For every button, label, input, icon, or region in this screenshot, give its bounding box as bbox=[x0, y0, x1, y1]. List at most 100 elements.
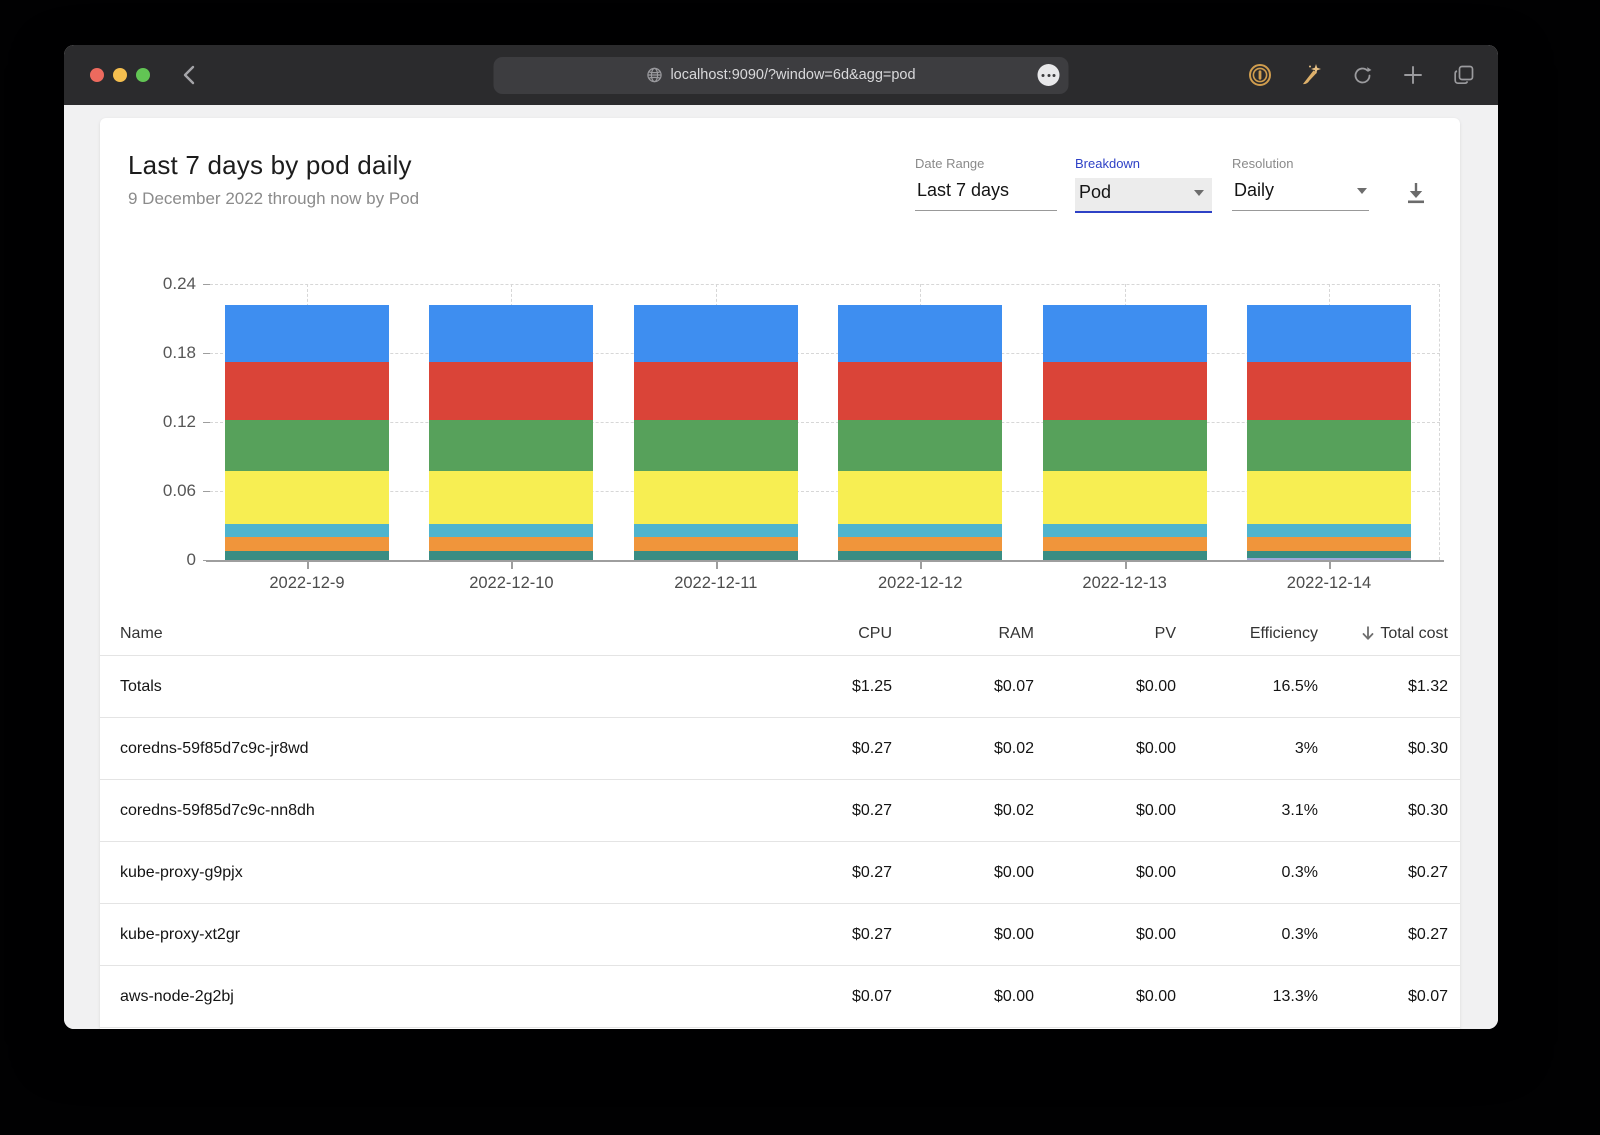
y-axis-tick-label: 0.06 bbox=[162, 481, 196, 500]
bar-segment-blue-segment[interactable] bbox=[1042, 304, 1207, 363]
y-axis-tick bbox=[203, 491, 210, 492]
table-row-kube-proxy-xt2gr[interactable]: kube-proxy-xt2gr $0.27 $0.00 $0.00 0.3% $0.27 bbox=[100, 904, 1460, 966]
x-axis-tick bbox=[511, 562, 514, 569]
cell-value: 0.3% bbox=[1281, 863, 1318, 881]
bar-segment-yellow-segment[interactable] bbox=[429, 471, 594, 525]
new-tab-button[interactable] bbox=[1401, 63, 1425, 87]
bar-segment-orange-segment[interactable] bbox=[633, 537, 798, 551]
x-axis-tick-label: 2022-12-10 bbox=[469, 574, 554, 592]
minimize-window-button[interactable] bbox=[113, 68, 127, 82]
bar-segment-cyan-segment[interactable] bbox=[225, 524, 389, 537]
download-button[interactable] bbox=[1403, 180, 1429, 206]
close-window-button[interactable] bbox=[90, 68, 104, 82]
bar-segment-yellow-segment[interactable] bbox=[633, 471, 798, 525]
table-row-coredns-59f85d7c9c-nn8dh[interactable]: coredns-59f85d7c9c-nn8dh $0.27 $0.02 $0.00 3… bbox=[100, 780, 1460, 842]
browser-window: localhost:9090/?window=6d&agg=pod Last 7… bbox=[64, 45, 1498, 1029]
bar-segment-orange-segment[interactable] bbox=[838, 537, 1003, 551]
y-axis-tick bbox=[203, 353, 210, 354]
bar-segment-cyan-segment[interactable] bbox=[1042, 524, 1207, 537]
x-axis-tick-label: 2022-12-9 bbox=[269, 574, 345, 592]
bar-segment-yellow-segment[interactable] bbox=[1042, 471, 1207, 525]
bar-segment-red-segment[interactable] bbox=[1247, 362, 1411, 420]
column-header-pv[interactable]: PV bbox=[1034, 625, 1176, 643]
table-row-aws-node-2g2bj[interactable]: aws-node-2g2bj $0.07 $0.00 $0.00 13.3% $0.07 bbox=[100, 966, 1460, 1028]
address-bar[interactable]: localhost:9090/?window=6d&agg=pod bbox=[493, 56, 1069, 94]
cell-value: $0.27 bbox=[851, 863, 892, 881]
bar-segment-cyan-segment[interactable] bbox=[633, 524, 798, 537]
cell-value: $0.00 bbox=[1135, 801, 1176, 819]
cell-value: 16.5% bbox=[1272, 677, 1318, 695]
bar-segment-orange-segment[interactable] bbox=[225, 537, 389, 551]
bar-segment-cyan-segment[interactable] bbox=[1247, 524, 1411, 537]
cell-name: Totals bbox=[120, 677, 162, 695]
bar-segment-red-segment[interactable] bbox=[633, 362, 798, 420]
bar-segment-blue-segment[interactable] bbox=[838, 304, 1003, 363]
table-row-coredns-59f85d7c9c-jr8wd[interactable]: coredns-59f85d7c9c-jr8wd $0.27 $0.02 $0.00 3… bbox=[100, 718, 1460, 780]
date-range-field[interactable]: Date Range Last 7 days bbox=[915, 156, 1057, 211]
bar-segment-blue-segment[interactable] bbox=[225, 304, 389, 363]
bar-segment-green-segment[interactable] bbox=[633, 419, 798, 472]
column-header-ram[interactable]: RAM bbox=[892, 625, 1034, 643]
bar-segment-red-segment[interactable] bbox=[225, 362, 389, 420]
bar-segment-yellow-segment[interactable] bbox=[225, 471, 389, 525]
column-header-name[interactable]: Name bbox=[100, 625, 750, 643]
wand-extension-button[interactable] bbox=[1299, 63, 1323, 87]
cell-value: $1.32 bbox=[1407, 677, 1448, 695]
resolution-label: Resolution bbox=[1232, 156, 1294, 171]
date-range-value: Last 7 days bbox=[917, 180, 1010, 200]
cell-value: $1.25 bbox=[851, 677, 892, 695]
url-more-button[interactable] bbox=[1037, 64, 1060, 86]
cell-value: $0.02 bbox=[993, 801, 1034, 819]
x-axis-tick-label: 2022-12-12 bbox=[877, 574, 963, 592]
bar-segment-green-segment[interactable] bbox=[225, 419, 389, 472]
bar-segment-cyan-segment[interactable] bbox=[838, 524, 1003, 537]
reload-button[interactable] bbox=[1350, 63, 1374, 87]
column-header-efficiency[interactable]: Efficiency bbox=[1176, 625, 1318, 643]
table-row-totals[interactable]: Totals $1.25 $0.07 $0.00 16.5% $1.32 bbox=[100, 656, 1460, 718]
x-axis-tick bbox=[1124, 562, 1127, 569]
gridline-horizontal bbox=[210, 284, 1440, 285]
bar-segment-orange-segment[interactable] bbox=[1042, 537, 1207, 551]
globe-icon bbox=[647, 67, 662, 83]
bar-segment-green-segment[interactable] bbox=[838, 419, 1003, 472]
cell-value: $0.27 bbox=[851, 801, 892, 819]
column-header-total-cost[interactable]: Total cost bbox=[1318, 625, 1460, 643]
bar-segment-green-segment[interactable] bbox=[429, 419, 594, 472]
tab-overview-button[interactable] bbox=[1452, 63, 1476, 87]
bar-segment-teal-segment[interactable] bbox=[838, 550, 1003, 560]
cell-name: aws-node-2g2bj bbox=[120, 987, 234, 1005]
bar-segment-blue-segment[interactable] bbox=[429, 304, 594, 363]
cell-value: 3.1% bbox=[1281, 801, 1318, 819]
bar-segment-blue-segment[interactable] bbox=[633, 304, 798, 363]
bar-segment-red-segment[interactable] bbox=[429, 362, 594, 420]
zoom-window-button[interactable] bbox=[136, 68, 150, 82]
cell-value: $0.27 bbox=[851, 925, 892, 943]
bar-segment-cyan-segment[interactable] bbox=[429, 524, 594, 537]
bar-segment-teal-segment[interactable] bbox=[429, 550, 594, 560]
page-title: Last 7 days by pod daily bbox=[128, 150, 412, 180]
bar-segment-red-segment[interactable] bbox=[1042, 362, 1207, 420]
password-extension-button[interactable] bbox=[1248, 63, 1272, 87]
resolution-select[interactable]: Resolution Daily bbox=[1232, 156, 1369, 211]
reload-icon bbox=[1354, 66, 1371, 83]
breakdown-select[interactable]: Breakdown Pod bbox=[1075, 156, 1212, 213]
table-row-kube-proxy-g9pjx[interactable]: kube-proxy-g9pjx $0.27 $0.00 $0.00 0.3% $0.27 bbox=[100, 842, 1460, 904]
y-axis-tick bbox=[203, 284, 210, 285]
keyhole-circle-icon bbox=[1249, 64, 1271, 86]
bar-segment-red-segment[interactable] bbox=[838, 362, 1003, 420]
bar-segment-green-segment[interactable] bbox=[1042, 419, 1207, 472]
bar-segment-orange-segment[interactable] bbox=[1247, 537, 1411, 551]
breakdown-label: Breakdown bbox=[1075, 156, 1141, 171]
bar-segment-teal-segment[interactable] bbox=[1042, 550, 1207, 560]
bar-segment-green-segment[interactable] bbox=[1247, 419, 1411, 472]
back-button[interactable] bbox=[176, 63, 200, 87]
bar-segment-yellow-segment[interactable] bbox=[838, 471, 1003, 525]
bar-segment-teal-segment[interactable] bbox=[225, 550, 389, 560]
bar-segment-teal-segment[interactable] bbox=[1247, 550, 1411, 558]
bar-segment-teal-segment[interactable] bbox=[633, 550, 798, 560]
column-header-cpu[interactable]: CPU bbox=[750, 625, 892, 643]
bar-segment-blue-segment[interactable] bbox=[1247, 304, 1411, 363]
bar-segment-yellow-segment[interactable] bbox=[1247, 471, 1411, 525]
bar-segment-orange-segment[interactable] bbox=[429, 537, 594, 551]
cell-value: $0.00 bbox=[1135, 987, 1176, 1005]
